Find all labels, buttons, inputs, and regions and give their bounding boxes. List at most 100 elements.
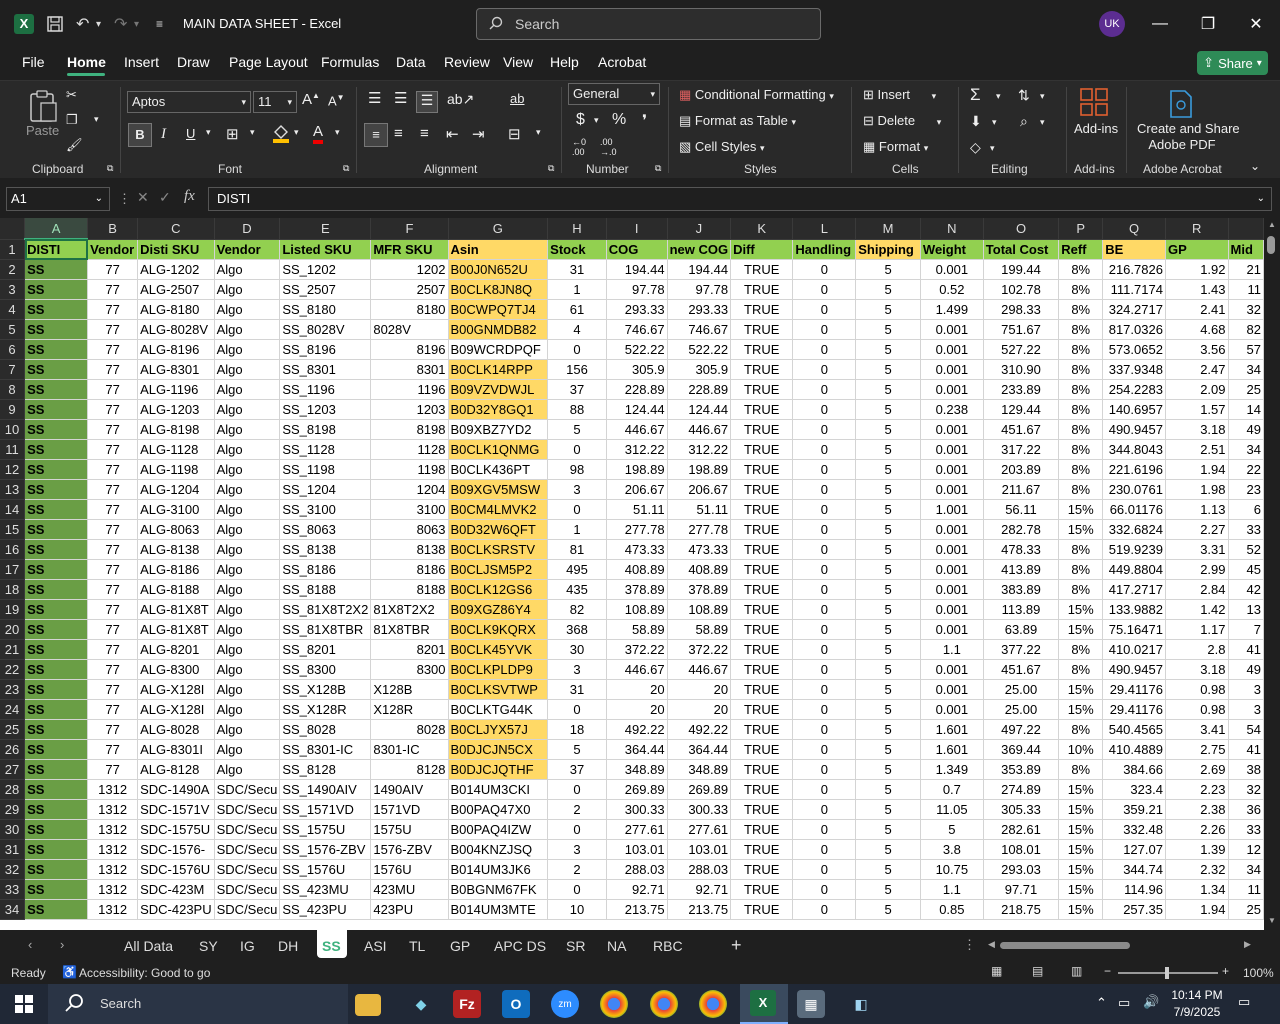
underline-button[interactable]: U [186,126,195,141]
table-cell[interactable]: SS [24,559,89,580]
font-launcher-icon[interactable]: ⧉ [343,163,349,174]
table-cell[interactable]: 0.52 [920,279,984,300]
table-cell[interactable]: 3.8 [920,839,984,860]
table-cell[interactable]: 0.001 [920,699,984,720]
table-cell[interactable]: SS_1576-ZBV [279,839,372,860]
table-cell[interactable]: 8% [1058,299,1104,320]
table-cell[interactable]: ALG-X128I [137,699,215,720]
table-cell[interactable]: 51.11 [606,499,668,520]
table-cell[interactable]: 103.01 [606,839,668,860]
header-cell[interactable]: DISTI [24,239,89,260]
redo-dropdown-icon[interactable]: ▾ [134,12,139,36]
table-cell[interactable]: 81 [547,539,607,560]
table-cell[interactable]: 82 [547,599,607,620]
table-cell[interactable]: 6 [1228,499,1264,520]
search-box[interactable]: Search [476,8,821,40]
table-cell[interactable]: 288.03 [667,859,732,880]
table-cell[interactable]: SDC/Secu [214,839,281,860]
table-cell[interactable]: 269.89 [667,779,732,800]
table-cell[interactable]: 410.4889 [1102,739,1166,760]
table-cell[interactable]: 0 [792,619,857,640]
table-cell[interactable]: 372.22 [606,639,668,660]
table-cell[interactable]: SS_8196 [279,339,372,360]
adobe-pdf-icon[interactable] [1168,89,1194,122]
table-cell[interactable]: 522.22 [667,339,732,360]
table-cell[interactable]: 15% [1058,879,1104,900]
fill-icon[interactable]: ⬇ [970,113,982,130]
accessibility-icon[interactable]: ♿ [62,965,77,979]
table-cell[interactable]: 478.33 [983,539,1060,560]
table-cell[interactable]: 20 [606,699,668,720]
table-cell[interactable]: B0CLKPLDP9 [448,659,549,680]
table-cell[interactable]: 15% [1058,619,1104,640]
page-break-view-icon[interactable]: ▥ [1071,964,1082,978]
table-cell[interactable]: 5 [855,359,921,380]
column-header[interactable]: P [1058,218,1104,240]
table-cell[interactable]: 0 [792,259,857,280]
table-cell[interactable]: 344.74 [1102,859,1166,880]
column-header[interactable]: K [730,218,794,240]
table-cell[interactable]: 77 [87,659,139,680]
table-cell[interactable]: 77 [87,339,139,360]
table-cell[interactable]: SS_1202 [279,259,372,280]
row-header[interactable]: 7 [0,359,26,380]
table-cell[interactable]: ALG-8186 [137,559,215,580]
decrease-font-icon[interactable]: A▼ [328,93,345,108]
row-header[interactable]: 3 [0,279,26,300]
row-header[interactable]: 4 [0,299,26,320]
table-cell[interactable]: SS_3100 [279,499,372,520]
table-cell[interactable]: SS [24,799,89,820]
table-cell[interactable]: TRUE [730,759,794,780]
sheet-tab[interactable]: APC DS [494,938,546,954]
table-cell[interactable]: SS [24,839,89,860]
table-cell[interactable]: 15% [1058,819,1104,840]
table-cell[interactable]: 77 [87,559,139,580]
table-cell[interactable]: 5 [855,399,921,420]
taskbar-search[interactable]: Search [48,984,348,1024]
table-cell[interactable]: 0 [792,319,857,340]
table-cell[interactable]: 77 [87,699,139,720]
table-cell[interactable]: 0 [547,819,607,840]
table-cell[interactable]: B0CWPQ7TJ4 [448,299,549,320]
table-cell[interactable]: B0CLJSM5P2 [448,559,549,580]
table-cell[interactable]: ALG-8300 [137,659,215,680]
table-cell[interactable]: 13 [1228,599,1264,620]
table-cell[interactable]: 1.349 [920,759,984,780]
column-header[interactable]: G [448,218,549,240]
decrease-decimal-icon[interactable]: .00 →.0 [600,137,617,157]
table-cell[interactable]: SS_8028V [279,319,372,340]
table-cell[interactable]: B0DJCJQTHF [448,759,549,780]
table-cell[interactable]: 353.89 [983,759,1060,780]
table-cell[interactable]: Algo [214,299,281,320]
table-cell[interactable]: 1312 [87,859,139,880]
table-cell[interactable]: 2507 [370,279,449,300]
table-cell[interactable]: 300.33 [667,799,732,820]
column-header[interactable]: E [279,218,372,240]
table-cell[interactable]: SS [24,379,89,400]
table-cell[interactable]: SDC/Secu [214,799,281,820]
row-header[interactable]: 24 [0,699,26,720]
header-cell[interactable]: Vendor [214,239,281,260]
table-cell[interactable]: 0 [792,859,857,880]
table-cell[interactable]: SDC/Secu [214,879,281,900]
align-left-icon[interactable]: ≡ [364,123,388,147]
header-cell[interactable]: new COG [667,239,732,260]
table-cell[interactable]: 77 [87,399,139,420]
table-cell[interactable]: 269.89 [606,779,668,800]
calculator-icon[interactable]: ▦ [797,990,825,1018]
table-cell[interactable]: 8301-IC [370,739,449,760]
table-cell[interactable]: 0 [792,559,857,580]
table-cell[interactable]: 378.89 [606,579,668,600]
table-cell[interactable]: 8% [1058,379,1104,400]
sheet-table[interactable]: ABCDEFGHIJKLMNOPQR 1 DISTI Vendor Disti SKU… [0,218,1264,920]
table-cell[interactable]: 384.66 [1102,759,1166,780]
table-cell[interactable]: B0D32W6QFT [448,519,549,540]
table-cell[interactable]: 2.41 [1165,299,1229,320]
table-cell[interactable]: SDC-1571V [137,799,215,820]
table-cell[interactable]: Algo [214,679,281,700]
table-cell[interactable]: 5 [855,519,921,540]
table-cell[interactable]: 216.7826 [1102,259,1166,280]
wrap-text-icon[interactable]: ab [510,91,524,106]
table-cell[interactable]: 746.67 [667,319,732,340]
table-cell[interactable]: B0CLK12GS6 [448,579,549,600]
